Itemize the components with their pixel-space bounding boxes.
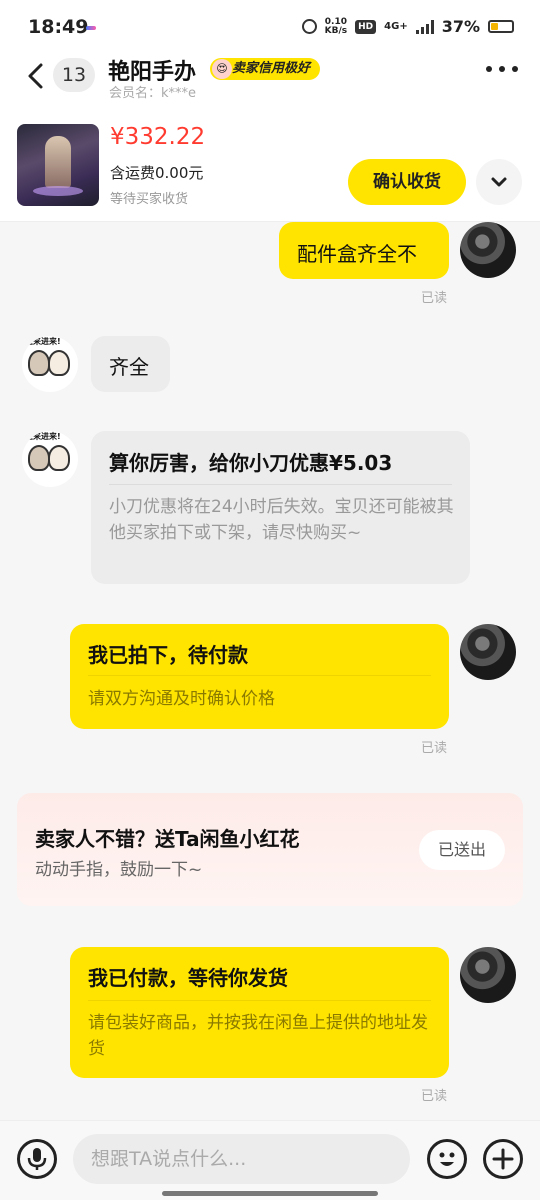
- hd-icon: HD: [355, 19, 377, 34]
- credit-badge[interactable]: 😍 卖家信用极好: [210, 58, 321, 80]
- chevron-left-icon[interactable]: [22, 60, 50, 92]
- order-card-title: 我已拍下，待付款: [88, 643, 248, 667]
- expand-button[interactable]: [476, 159, 522, 205]
- divider: [109, 484, 452, 485]
- message-input[interactable]: [73, 1134, 410, 1184]
- alarm-icon: [301, 19, 317, 34]
- user-avatar[interactable]: [460, 222, 516, 278]
- payment-card-description: 请包装好商品，并按我在闲鱼上提供的地址发货: [88, 1013, 428, 1059]
- user-avatar[interactable]: [460, 624, 516, 680]
- discount-card[interactable]: 算你厉害，给你小刀优惠¥5.03 小刀优惠将在24小时后失效。宝贝还可能被其他买…: [91, 431, 470, 584]
- more-dots-icon[interactable]: [486, 66, 518, 72]
- figure-base: [33, 186, 83, 196]
- seller-avatar-text: 进来进来!: [25, 432, 61, 441]
- seller-avatar[interactable]: 进来进来!: [22, 336, 78, 392]
- sent-button[interactable]: 已送出: [419, 830, 505, 870]
- read-receipt: 已读: [421, 1089, 448, 1104]
- confirm-receipt-button[interactable]: 确认收货: [348, 159, 466, 205]
- shipping-fee: 含运费0.00元: [110, 164, 204, 182]
- plus-icon[interactable]: [483, 1139, 523, 1179]
- input-bar: [0, 1120, 540, 1200]
- product-card[interactable]: ¥332.22 含运费0.00元 等待买家收货 确认收货: [0, 110, 540, 222]
- notification-dot: [86, 26, 96, 30]
- credit-badge-label: 卖家信用极好: [232, 61, 311, 76]
- read-receipt: 已读: [421, 291, 448, 306]
- battery-fill: [491, 23, 498, 30]
- seller-avatar[interactable]: 进来进来!: [22, 431, 78, 487]
- net-speed-unit: KB/s: [324, 25, 348, 36]
- product-thumbnail[interactable]: [17, 124, 99, 206]
- status-time: 18:49: [28, 16, 89, 38]
- unread-count-badge[interactable]: 13: [53, 58, 95, 92]
- message-text: 齐全: [109, 355, 149, 379]
- message-bubble[interactable]: 齐全: [91, 336, 170, 392]
- figure-image: [45, 136, 71, 188]
- member-name: 会员名：k***e: [109, 86, 197, 101]
- user-avatar[interactable]: [460, 947, 516, 1003]
- payment-card-title: 我已付款，等待你发货: [88, 966, 288, 990]
- divider: [88, 1000, 431, 1001]
- net-speed: 0.10 KB/s: [324, 17, 348, 36]
- chevron-down-icon: [491, 177, 507, 187]
- order-card[interactable]: 我已拍下，待付款 请双方沟通及时确认价格: [70, 624, 449, 729]
- battery-percent: 37%: [441, 17, 480, 36]
- heart-eyes-icon: 😍: [212, 59, 232, 79]
- flower-subtitle: 动动手指，鼓励一下~: [35, 860, 203, 880]
- discount-description: 小刀优惠将在24小时后失效。宝贝还可能被其他买家拍下或下架，请尽快购买~: [109, 497, 454, 543]
- status-indicators: 0.10 KB/s HD 4G+ 37%: [301, 17, 514, 36]
- order-card-description: 请双方沟通及时确认价格: [88, 689, 275, 709]
- read-receipt: 已读: [421, 741, 448, 756]
- chat-header: 13 艳阳手办 😍 卖家信用极好 会员名：k***e: [0, 46, 540, 110]
- signal-icon: [415, 19, 434, 34]
- divider: [88, 675, 431, 676]
- message-bubble[interactable]: 配件盒齐全不: [279, 222, 449, 279]
- home-indicator[interactable]: [162, 1191, 378, 1196]
- order-status: 等待买家收货: [110, 192, 189, 207]
- payment-card[interactable]: 我已付款，等待你发货 请包装好商品，并按我在闲鱼上提供的地址发货: [70, 947, 449, 1078]
- emoji-icon[interactable]: [427, 1139, 467, 1179]
- network-type: 4G+: [384, 21, 408, 32]
- seller-avatar-text: 进来进来!: [25, 337, 61, 346]
- battery-icon: [488, 20, 514, 33]
- microphone-icon[interactable]: [17, 1139, 57, 1179]
- discount-title: 算你厉害，给你小刀优惠¥5.03: [109, 451, 393, 475]
- flower-title: 卖家人不错？送Ta闲鱼小红花: [35, 827, 300, 851]
- product-price: ¥332.22: [110, 124, 206, 150]
- message-text: 配件盒齐全不: [297, 242, 417, 266]
- flower-card[interactable]: 卖家人不错？送Ta闲鱼小红花 动动手指，鼓励一下~ 已送出: [17, 793, 523, 906]
